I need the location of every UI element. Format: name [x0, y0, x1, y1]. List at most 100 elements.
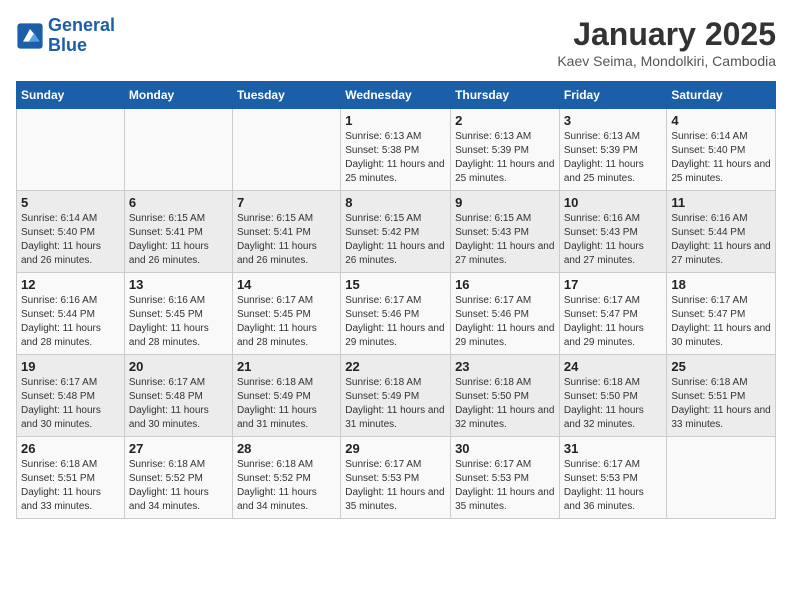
- day-info: Sunrise: 6:16 AMSunset: 5:43 PMDaylight:…: [564, 212, 663, 268]
- title-block: January 2025 Kaev Seima, Mondolkiri, Cam…: [557, 16, 776, 69]
- day-cell: 30 Sunrise: 6:17 AMSunset: 5:53 PMDayligh…: [451, 437, 560, 519]
- day-info: Sunrise: 6:18 AMSunset: 5:49 PMDaylight:…: [237, 376, 336, 432]
- day-number: 3: [564, 113, 663, 128]
- day-cell: 31 Sunrise: 6:17 AMSunset: 5:53 PMDayligh…: [559, 437, 667, 519]
- logo-text: General Blue: [48, 16, 115, 56]
- day-cell: 4 Sunrise: 6:14 AMSunset: 5:40 PMDaylight…: [667, 109, 776, 191]
- day-number: 12: [21, 277, 120, 292]
- day-info: Sunrise: 6:15 AMSunset: 5:42 PMDaylight:…: [345, 212, 446, 268]
- day-info: Sunrise: 6:18 AMSunset: 5:50 PMDaylight:…: [455, 376, 555, 432]
- day-number: 20: [129, 359, 228, 374]
- calendar-title: January 2025: [557, 16, 776, 53]
- day-cell: [17, 109, 125, 191]
- day-cell: 11 Sunrise: 6:16 AMSunset: 5:44 PMDayligh…: [667, 191, 776, 273]
- day-cell: [124, 109, 232, 191]
- page-header: General Blue January 2025 Kaev Seima, Mo…: [16, 16, 776, 69]
- day-cell: 20Sunrise: 6:17 AMSunset: 5:48 PMDayligh…: [124, 355, 232, 437]
- calendar-subtitle: Kaev Seima, Mondolkiri, Cambodia: [557, 53, 776, 69]
- day-info: Sunrise: 6:16 AMSunset: 5:45 PMDaylight:…: [129, 294, 228, 350]
- day-info: Sunrise: 6:18 AMSunset: 5:50 PMDaylight:…: [564, 376, 663, 432]
- day-cell: 19 Sunrise: 6:17 AMSunset: 5:48 PMDayligh…: [17, 355, 125, 437]
- day-number: 17: [564, 277, 663, 292]
- logo-line2: Blue: [48, 35, 87, 55]
- day-info: Sunrise: 6:13 AMSunset: 5:39 PMDaylight:…: [455, 130, 555, 186]
- day-info: Sunrise: 6:17 AMSunset: 5:47 PMDaylight:…: [671, 294, 771, 350]
- day-info: Sunrise: 6:14 AMSunset: 5:40 PMDaylight:…: [671, 130, 771, 186]
- day-info: Sunrise: 6:17 AMSunset: 5:53 PMDaylight:…: [455, 458, 555, 514]
- week-row-4: 19 Sunrise: 6:17 AMSunset: 5:48 PMDayligh…: [17, 355, 776, 437]
- day-info: Sunrise: 6:17 AMSunset: 5:45 PMDaylight:…: [237, 294, 336, 350]
- day-number: 21: [237, 359, 336, 374]
- header-day-sunday: Sunday: [17, 82, 125, 109]
- week-row-5: 26Sunrise: 6:18 AMSunset: 5:51 PMDayligh…: [17, 437, 776, 519]
- day-info: Sunrise: 6:17 AMSunset: 5:47 PMDaylight:…: [564, 294, 663, 350]
- day-cell: 1 Sunrise: 6:13 AMSunset: 5:38 PMDaylight…: [341, 109, 451, 191]
- logo: General Blue: [16, 16, 115, 56]
- day-cell: 15 Sunrise: 6:17 AMSunset: 5:46 PMDayligh…: [341, 273, 451, 355]
- day-cell: 18 Sunrise: 6:17 AMSunset: 5:47 PMDayligh…: [667, 273, 776, 355]
- day-cell: 21 Sunrise: 6:18 AMSunset: 5:49 PMDayligh…: [232, 355, 340, 437]
- day-cell: 22Sunrise: 6:18 AMSunset: 5:49 PMDayligh…: [341, 355, 451, 437]
- day-cell: 10 Sunrise: 6:16 AMSunset: 5:43 PMDayligh…: [559, 191, 667, 273]
- day-number: 5: [21, 195, 120, 210]
- day-cell: 9 Sunrise: 6:15 AMSunset: 5:43 PMDaylight…: [451, 191, 560, 273]
- day-number: 30: [455, 441, 555, 456]
- day-cell: 27 Sunrise: 6:18 AMSunset: 5:52 PMDayligh…: [124, 437, 232, 519]
- day-number: 18: [671, 277, 771, 292]
- day-number: 27: [129, 441, 228, 456]
- day-info: Sunrise: 6:15 AMSunset: 5:43 PMDaylight:…: [455, 212, 555, 268]
- day-number: 13: [129, 277, 228, 292]
- calendar-table: SundayMondayTuesdayWednesdayThursdayFrid…: [16, 81, 776, 519]
- day-info: Sunrise: 6:14 AMSunset: 5:40 PMDaylight:…: [21, 212, 120, 268]
- day-cell: 17 Sunrise: 6:17 AMSunset: 5:47 PMDayligh…: [559, 273, 667, 355]
- day-cell: 12Sunrise: 6:16 AMSunset: 5:44 PMDayligh…: [17, 273, 125, 355]
- day-number: 1: [345, 113, 446, 128]
- day-info: Sunrise: 6:17 AMSunset: 5:48 PMDaylight:…: [21, 376, 120, 432]
- day-number: 11: [671, 195, 771, 210]
- logo-icon: [16, 22, 44, 50]
- day-number: 25: [671, 359, 771, 374]
- day-number: 31: [564, 441, 663, 456]
- day-info: Sunrise: 6:15 AMSunset: 5:41 PMDaylight:…: [129, 212, 228, 268]
- day-number: 28: [237, 441, 336, 456]
- day-number: 4: [671, 113, 771, 128]
- day-number: 24: [564, 359, 663, 374]
- day-number: 23: [455, 359, 555, 374]
- day-number: 29: [345, 441, 446, 456]
- day-cell: 16Sunrise: 6:17 AMSunset: 5:46 PMDayligh…: [451, 273, 560, 355]
- header-day-friday: Friday: [559, 82, 667, 109]
- day-info: Sunrise: 6:13 AMSunset: 5:39 PMDaylight:…: [564, 130, 663, 186]
- day-cell: 26Sunrise: 6:18 AMSunset: 5:51 PMDayligh…: [17, 437, 125, 519]
- day-cell: 28Sunrise: 6:18 AMSunset: 5:52 PMDayligh…: [232, 437, 340, 519]
- day-number: 22: [345, 359, 446, 374]
- day-cell: 14Sunrise: 6:17 AMSunset: 5:45 PMDayligh…: [232, 273, 340, 355]
- header-day-saturday: Saturday: [667, 82, 776, 109]
- header-day-monday: Monday: [124, 82, 232, 109]
- day-number: 7: [237, 195, 336, 210]
- day-number: 6: [129, 195, 228, 210]
- day-cell: 6 Sunrise: 6:15 AMSunset: 5:41 PMDaylight…: [124, 191, 232, 273]
- logo-line1: General: [48, 15, 115, 35]
- day-info: Sunrise: 6:16 AMSunset: 5:44 PMDaylight:…: [671, 212, 771, 268]
- day-cell: 7Sunrise: 6:15 AMSunset: 5:41 PMDaylight…: [232, 191, 340, 273]
- day-cell: 5 Sunrise: 6:14 AMSunset: 5:40 PMDaylight…: [17, 191, 125, 273]
- day-number: 10: [564, 195, 663, 210]
- day-cell: 24 Sunrise: 6:18 AMSunset: 5:50 PMDayligh…: [559, 355, 667, 437]
- day-number: 15: [345, 277, 446, 292]
- week-row-3: 12Sunrise: 6:16 AMSunset: 5:44 PMDayligh…: [17, 273, 776, 355]
- day-cell: 25Sunrise: 6:18 AMSunset: 5:51 PMDayligh…: [667, 355, 776, 437]
- header-day-tuesday: Tuesday: [232, 82, 340, 109]
- day-info: Sunrise: 6:17 AMSunset: 5:46 PMDaylight:…: [455, 294, 555, 350]
- day-cell: 23 Sunrise: 6:18 AMSunset: 5:50 PMDayligh…: [451, 355, 560, 437]
- header-day-thursday: Thursday: [451, 82, 560, 109]
- day-number: 19: [21, 359, 120, 374]
- day-info: Sunrise: 6:17 AMSunset: 5:53 PMDaylight:…: [345, 458, 446, 514]
- day-number: 9: [455, 195, 555, 210]
- day-info: Sunrise: 6:18 AMSunset: 5:52 PMDaylight:…: [129, 458, 228, 514]
- header-row: SundayMondayTuesdayWednesdayThursdayFrid…: [17, 82, 776, 109]
- day-info: Sunrise: 6:17 AMSunset: 5:46 PMDaylight:…: [345, 294, 446, 350]
- day-info: Sunrise: 6:13 AMSunset: 5:38 PMDaylight:…: [345, 130, 446, 186]
- day-cell: [667, 437, 776, 519]
- day-info: Sunrise: 6:17 AMSunset: 5:53 PMDaylight:…: [564, 458, 663, 514]
- day-number: 8: [345, 195, 446, 210]
